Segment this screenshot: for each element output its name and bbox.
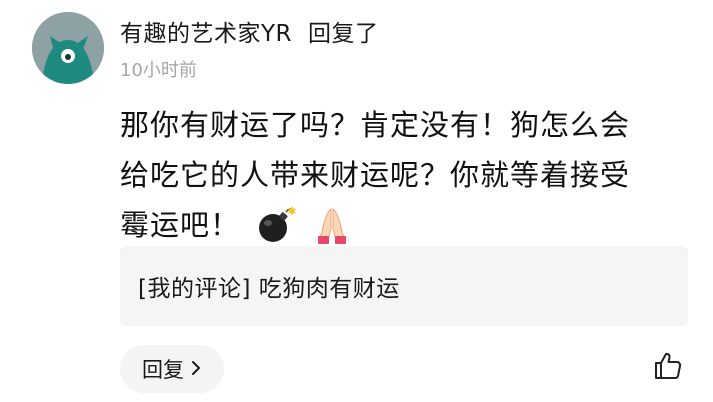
comment-line-2: 给吃它的人带来财运呢？你就等着接受 xyxy=(120,158,631,192)
quoted-comment[interactable]: [我的评论] 吃狗肉有财运 xyxy=(120,246,688,326)
comment-line-1: 那你有财运了吗？肯定没有！狗怎么会 xyxy=(120,108,631,142)
comment-header: 有趣的艺术家YR 回复了 xyxy=(120,14,379,48)
comment-card: 有趣的艺术家YR 回复了 10小时前 那你有财运了吗？肯定没有！狗怎么会 给吃它… xyxy=(0,0,713,402)
chevron-right-icon xyxy=(190,357,202,381)
avatar[interactable] xyxy=(32,12,104,84)
avatar-figure-icon xyxy=(32,12,104,84)
quoted-comment-text: [我的评论] 吃狗肉有财运 xyxy=(138,276,400,302)
reply-button[interactable]: 回复 xyxy=(120,345,224,393)
timestamp: 10小时前 xyxy=(120,60,197,81)
comment-line-3: 霉运吧！ xyxy=(120,208,241,242)
username[interactable]: 有趣的艺术家YR xyxy=(120,14,292,48)
reply-action-label: 回复了 xyxy=(308,21,379,47)
comment-body: 那你有财运了吗？肯定没有！狗怎么会 给吃它的人带来财运呢？你就等着接受 霉运吧！ xyxy=(120,100,680,260)
reply-button-label: 回复 xyxy=(142,358,184,382)
thumbs-up-icon[interactable] xyxy=(652,350,684,382)
